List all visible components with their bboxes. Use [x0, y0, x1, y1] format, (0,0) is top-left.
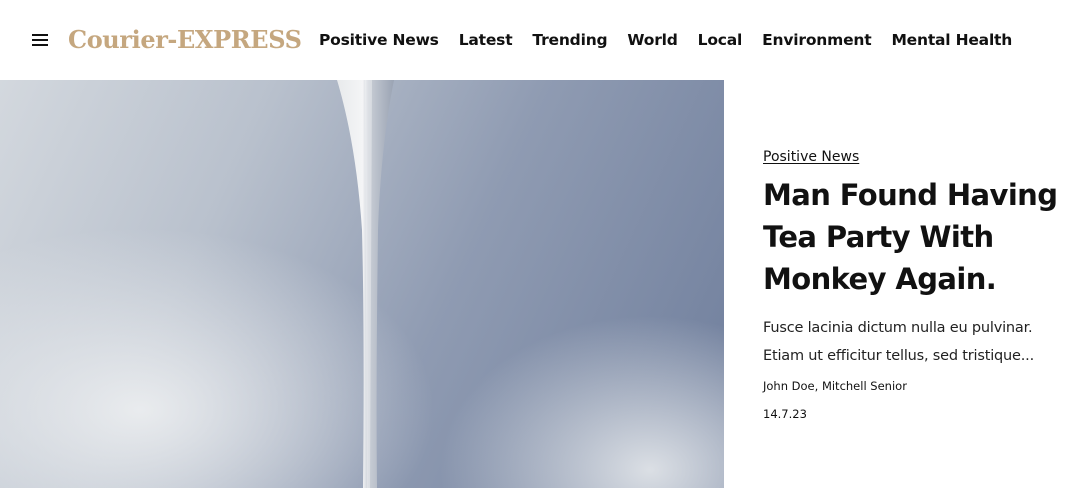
article-category-link[interactable]: Positive News — [763, 149, 859, 165]
article-excerpt: Fusce lacinia dictum nulla eu pulvinar. … — [763, 320, 1034, 364]
nav-item-latest[interactable]: Latest — [459, 31, 513, 49]
nav-item-environment[interactable]: Environment — [762, 31, 871, 49]
main-nav: Positive News Latest Trending World Loca… — [319, 0, 1032, 80]
nav-item-world[interactable]: World — [627, 31, 677, 49]
nav-item-local[interactable]: Local — [698, 31, 743, 49]
nav-item-trending[interactable]: Trending — [532, 31, 607, 49]
article-date: 14.7.23 — [763, 407, 807, 421]
site-header: Courier-EXPRESS Positive News Latest Tre… — [0, 0, 1084, 80]
featured-article: Positive News Man Found Having Tea Party… — [763, 146, 1063, 422]
hamburger-menu-icon[interactable] — [30, 31, 50, 49]
site-logo[interactable]: Courier-EXPRESS — [68, 22, 302, 58]
article-headline[interactable]: Man Found Having Tea Party With Monkey A… — [763, 174, 1063, 300]
nav-item-positive-news[interactable]: Positive News — [319, 31, 439, 49]
featured-article-image[interactable] — [0, 80, 724, 488]
tower-illustration — [337, 80, 394, 488]
nav-item-mental-health[interactable]: Mental Health — [891, 31, 1012, 49]
article-authors: John Doe, Mitchell Senior — [763, 379, 907, 393]
